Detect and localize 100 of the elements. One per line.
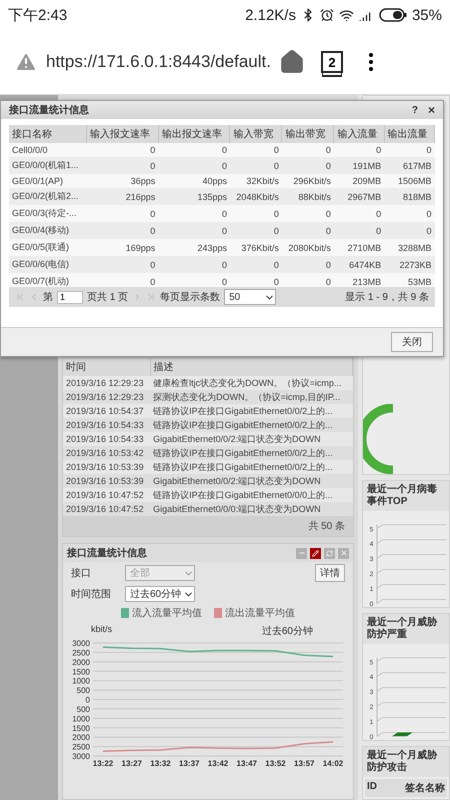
description-cell: GigabitEthernet0/0/2:端口状态变为DOWN [150, 432, 352, 446]
last-page-icon[interactable] [146, 292, 156, 302]
table-cell: 296Kbit/s [282, 174, 334, 188]
first-page-icon[interactable] [15, 292, 25, 302]
time-cell: 2019/3/16 10:53:42 [63, 446, 150, 460]
time-cell: 2019/3/16 10:47:52 [63, 502, 150, 516]
column-header: 时间 [63, 358, 150, 376]
description-cell: GigabitEthernet0/0/2:端口状态变为DOWN [150, 474, 352, 488]
y-tick-label: 2500 [72, 648, 90, 658]
table-cell: 243pps [158, 239, 230, 256]
description-cell: 链路协议IP在接口GigabitEthernet0/0/2上的... [150, 460, 352, 474]
table-cell: 88Kbit/s [282, 188, 334, 205]
y-tick-label: 1000 [72, 676, 90, 686]
table-cell: GE0/0/3(待定-... [9, 205, 87, 222]
y-tick-label: 0 [86, 696, 90, 704]
page-total: 页共 1 页 [87, 290, 128, 304]
home-icon[interactable] [278, 49, 305, 75]
table-cell: 0 [282, 205, 334, 222]
x-tick-label: 13:57 [294, 759, 314, 768]
description-cell: 链路协议IP在接口GigabitEthernet0/0/2上的... [150, 418, 352, 432]
column-header: 描述 [150, 358, 352, 376]
column-header: 签名名称 [404, 782, 446, 796]
per-page-select[interactable]: 50 [224, 289, 276, 305]
description-cell: 探测状态变化为DOWN。（协议=icmp,目的IP... [150, 390, 352, 404]
close-dialog-button[interactable]: 关闭 [391, 332, 433, 352]
chart-title: 过去60分钟 [262, 624, 313, 638]
help-button[interactable]: ? [412, 104, 418, 116]
table-cell: 0 [282, 256, 334, 273]
detail-button[interactable]: 详情 [315, 564, 345, 582]
x-tick-label: 13:22 [92, 759, 114, 768]
table-cell: 191MB [334, 157, 384, 174]
description-cell: 健康检查ltjc状态变化为DOWN。（协议=icmp... [150, 376, 352, 390]
table-cell: 0 [86, 222, 158, 239]
y-tick-label: 500 [76, 704, 90, 714]
legend-label: 流入流量平均值 [132, 606, 202, 620]
table-cell: 0 [158, 205, 230, 222]
column-header: 输出报文速率 [158, 125, 230, 143]
table-cell: 0 [230, 205, 282, 222]
table-cell: 818MB [384, 188, 434, 205]
description-cell: GigabitEthernet0/0/0:端口状态变为DOWN [150, 502, 352, 516]
table-cell: 40pps [158, 174, 230, 188]
table-cell: 0 [158, 222, 230, 239]
table-cell: 0 [282, 143, 334, 157]
table-cell: 0 [230, 143, 282, 157]
y-tick-label: 1500 [72, 724, 90, 733]
table-cell: 2273KB [384, 256, 434, 273]
y-tick-label: 3000 [72, 639, 90, 648]
log-count: 共 50 条 [63, 516, 353, 536]
y-tick-label: 2500 [72, 742, 90, 752]
time-cell: 2019/3/16 12:29:23 [63, 376, 150, 390]
table-cell: 3288MB [384, 239, 434, 256]
table-cell: Cell0/0/0 [9, 143, 87, 157]
panel-title: 接口流量统计信息 [67, 546, 147, 560]
table-cell: 1506MB [384, 174, 434, 188]
table-cell: 2048Kbit/s [230, 188, 282, 205]
table-cell: 209MB [334, 174, 384, 188]
table-cell: 0 [384, 205, 434, 222]
x-tick-label: 13:52 [265, 759, 286, 768]
description-cell: 链路协议IP在接口GigabitEthernet0/0/2上的... [150, 446, 352, 460]
table-cell: 0 [334, 143, 384, 157]
table-cell: 0 [230, 222, 282, 239]
page-prefix: 第 [43, 291, 53, 304]
dialog-title: 接口流量统计信息 [9, 103, 89, 117]
table-cell: 6474KB [334, 256, 384, 273]
table-cell: 2710MB [334, 239, 384, 256]
table-cell: 0 [334, 205, 384, 222]
alarm-icon [320, 8, 334, 22]
record-summary: 显示 1 - 9，共 9 条 [345, 290, 429, 304]
table-cell: GE0/0/6(电信) [9, 256, 87, 273]
y-axis-label: kbit/s [91, 624, 112, 636]
close-icon [340, 549, 348, 557]
url-text[interactable]: https://171.6.0.1:8443/default. [46, 52, 271, 72]
column-header: 输入报文速率 [86, 125, 158, 143]
close-button[interactable]: × [428, 103, 435, 117]
x-tick-label: 13:32 [150, 759, 171, 768]
table-cell: 0 [86, 256, 158, 273]
page-input[interactable]: 1 [57, 290, 83, 304]
table-cell: 0 [158, 143, 230, 157]
edit-button[interactable] [310, 548, 321, 558]
x-tick-label: 13:27 [122, 759, 142, 768]
time-cell: 2019/3/16 10:53:39 [63, 460, 150, 474]
table-cell: GE0/0/2(机箱2... [9, 188, 87, 205]
time-cell: 2019/3/16 10:54:37 [63, 404, 150, 418]
y-tick-label: 2000 [72, 733, 90, 742]
table-cell: 32Kbit/s [230, 174, 282, 188]
table-cell: 2080Kbit/s [282, 239, 334, 256]
description-cell: 链路协议IP在接口GigabitEthernet0/0/2上的... [150, 404, 352, 418]
table-cell: 216pps [86, 188, 158, 205]
time-cell: 2019/3/16 10:47:52 [63, 488, 150, 502]
refresh-icon [326, 550, 333, 556]
battery-icon [378, 8, 407, 22]
y-tick-label: 500 [76, 686, 90, 696]
column-header: 输入流量 [334, 125, 384, 143]
per-page-label: 每页显示条数 [160, 291, 220, 304]
table-cell: GE0/0/5(联通) [9, 239, 87, 256]
close-button[interactable] [338, 548, 349, 558]
range-select[interactable]: 过去60分钟 [125, 586, 195, 602]
x-tick-label: 13:47 [236, 759, 257, 768]
clock-time: 下午2:43 [8, 6, 68, 24]
table-cell: 0 [282, 157, 334, 174]
